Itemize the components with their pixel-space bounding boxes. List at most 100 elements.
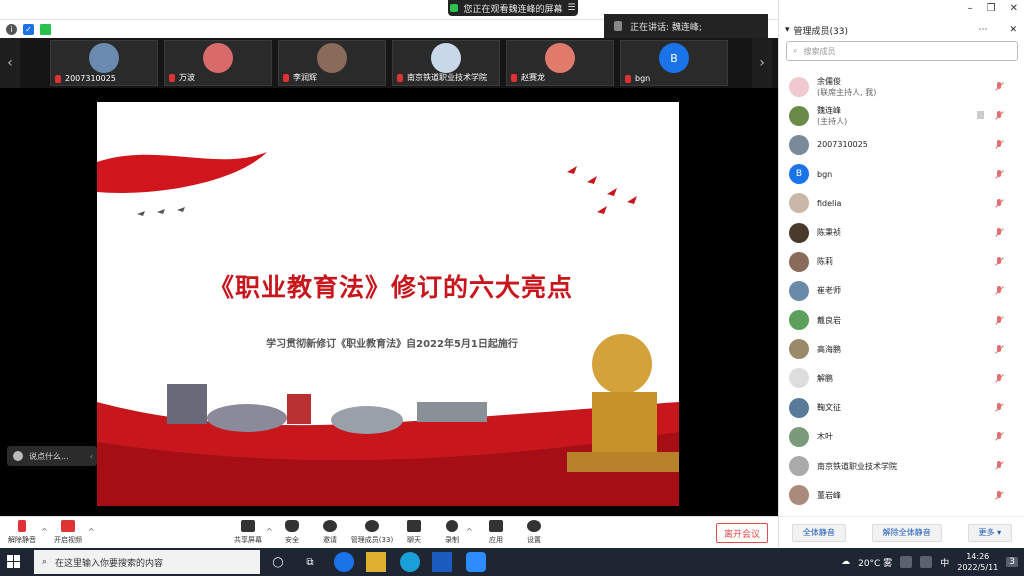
security-button[interactable]: 安全	[272, 520, 312, 545]
participant-row[interactable]: 戴良岩	[779, 306, 1024, 335]
participant-text: 陈秉祯	[817, 227, 841, 238]
mic-muted-icon[interactable]	[995, 169, 1003, 180]
maximize-icon[interactable]: ❐	[987, 3, 996, 14]
zoom-app-icon[interactable]	[466, 552, 486, 572]
avatar	[789, 193, 809, 214]
volume-icon[interactable]	[920, 556, 933, 568]
share-screen-button[interactable]: 共享屏幕	[228, 520, 268, 545]
next-page-icon[interactable]: ›	[752, 38, 772, 88]
unmute-all-button[interactable]: 解除全体静音	[871, 523, 942, 542]
manage-participants-button[interactable]: 管理成员(33)	[351, 520, 393, 545]
menu-icon[interactable]: ☰	[567, 3, 575, 13]
video-options-icon[interactable]: ^	[88, 527, 95, 536]
apps-button[interactable]: 应用	[476, 520, 516, 545]
video-thumbnail[interactable]: 赵赛龙	[506, 40, 614, 86]
start-video-button[interactable]: 开启视频	[48, 520, 88, 545]
chat-input[interactable]: 说点什么... ‹	[7, 446, 97, 466]
video-thumbnail[interactable]: B bgn	[620, 40, 728, 86]
mic-muted-icon[interactable]	[995, 82, 1003, 92]
mic-muted-icon[interactable]	[995, 227, 1003, 238]
clock[interactable]: 14:26 2022/5/11	[957, 551, 998, 573]
video-thumbnail[interactable]: 万波	[164, 40, 272, 86]
more-button[interactable]: 更多 ▾	[967, 523, 1013, 542]
mic-muted-icon[interactable]	[995, 461, 1003, 471]
prev-page-icon[interactable]: ‹	[0, 38, 20, 88]
video-status-icon[interactable]	[977, 111, 987, 120]
close-panel-icon[interactable]: ✕	[1009, 25, 1017, 35]
participant-row[interactable]: Bbgn	[779, 160, 1024, 189]
settings-button[interactable]: 设置	[514, 520, 554, 545]
mic-muted-icon[interactable]	[995, 432, 1003, 442]
ime-indicator[interactable]: 中	[940, 556, 949, 569]
close-icon[interactable]: ✕	[1010, 3, 1018, 14]
video-thumbnail[interactable]: 南京铁道职业技术学院	[392, 40, 500, 86]
task-view-icon[interactable]: ⧉	[300, 552, 320, 572]
shield-icon[interactable]: ✓	[23, 23, 34, 35]
video-thumbnail[interactable]: 2007310025	[50, 40, 158, 86]
participant-row[interactable]: 鞠文征	[779, 393, 1024, 422]
participant-row[interactable]: 解鹏	[779, 364, 1024, 393]
share-screen-label: 共享屏幕	[234, 536, 262, 544]
mic-muted-icon	[18, 520, 26, 532]
leave-meeting-button[interactable]: 离开会议	[716, 523, 768, 543]
participant-row[interactable]: 董岩峰	[779, 481, 1024, 510]
video-thumbnail[interactable]: 李润辉	[278, 40, 386, 86]
network-icon[interactable]	[900, 556, 913, 568]
notification-badge[interactable]: 3	[1006, 557, 1018, 567]
mic-muted-icon[interactable]	[995, 140, 1003, 150]
participant-text: 南京铁道职业技术学院	[817, 461, 897, 472]
viewing-indicator[interactable]: 您正在观看魏连峰的屏幕 ☰	[448, 0, 578, 16]
participant-row[interactable]: fidelia	[779, 189, 1024, 218]
member-search-input[interactable]: ⌕ 搜索成员	[786, 41, 1018, 61]
more-options-icon[interactable]: ⋯	[978, 25, 987, 35]
mic-muted-icon[interactable]	[995, 373, 1003, 384]
taskbar-search-input[interactable]: ⌕ 在这里输入你要搜索的内容	[34, 550, 260, 574]
thumbnail-name: 南京铁道职业技术学院	[407, 73, 487, 82]
cortana-icon[interactable]: ◯	[268, 552, 288, 572]
weather-text[interactable]: 20°C 雾	[858, 556, 892, 569]
record-options-icon[interactable]: ^	[466, 527, 473, 536]
mic-muted-icon[interactable]	[995, 490, 1003, 501]
participant-text: 解鹏	[817, 373, 833, 384]
mic-muted-icon	[625, 74, 631, 83]
participant-role: (联席主持人, 我)	[817, 87, 877, 97]
mic-muted-icon[interactable]	[995, 315, 1003, 326]
mic-muted-icon[interactable]	[995, 344, 1003, 355]
mic-muted-icon[interactable]	[995, 286, 1003, 296]
slide-decoration	[97, 152, 679, 506]
participant-row[interactable]: 魏连峰 (主持人)	[779, 101, 1024, 130]
participant-row[interactable]: 南京铁道职业技术学院	[779, 451, 1024, 480]
windows-start-icon[interactable]	[7, 555, 21, 569]
participant-name: 戴良岩	[817, 315, 841, 325]
participant-row[interactable]: 木叶	[779, 422, 1024, 451]
info-icon[interactable]: i	[6, 23, 17, 35]
participant-row[interactable]: 陈莉	[779, 247, 1024, 276]
minimize-icon[interactable]: –	[968, 3, 973, 14]
participant-row[interactable]: 2007310025	[779, 130, 1024, 159]
avatar	[789, 339, 809, 360]
app-icon[interactable]	[432, 552, 452, 572]
collapse-icon[interactable]: ‹	[90, 452, 93, 461]
signal-icon[interactable]	[40, 23, 51, 35]
file-explorer-icon[interactable]	[366, 552, 386, 572]
participants-panel: – ❐ ✕ ▾ 管理成员(33) ⋯ ✕ ⌕ 搜索成员 余儒俊 (联席主持人, 我…	[778, 0, 1024, 548]
chevron-down-icon[interactable]: ▾	[785, 25, 790, 35]
mic-muted-icon[interactable]	[995, 198, 1003, 209]
edge-icon[interactable]	[334, 552, 354, 572]
audio-options-icon[interactable]: ^	[41, 527, 48, 536]
participant-row[interactable]: 高海鹏	[779, 335, 1024, 364]
participant-text: 高海鹏	[817, 344, 841, 355]
participant-row[interactable]: 余儒俊 (联席主持人, 我)	[779, 72, 1024, 101]
mic-muted-icon[interactable]	[995, 257, 1003, 267]
browser-icon[interactable]	[400, 552, 420, 572]
chat-label: 聊天	[407, 536, 421, 544]
mic-muted-icon[interactable]	[995, 111, 1003, 121]
mute-all-button[interactable]: 全体静音	[791, 523, 846, 542]
unmute-button[interactable]: 解除静音	[2, 520, 42, 545]
participant-row[interactable]: 崔老师	[779, 276, 1024, 305]
invite-button[interactable]: 邀请	[310, 520, 350, 545]
participant-row[interactable]: 陈秉祯	[779, 218, 1024, 247]
emoji-icon[interactable]	[13, 451, 23, 461]
mic-muted-icon[interactable]	[995, 403, 1003, 413]
chat-button[interactable]: 聊天	[394, 520, 434, 545]
